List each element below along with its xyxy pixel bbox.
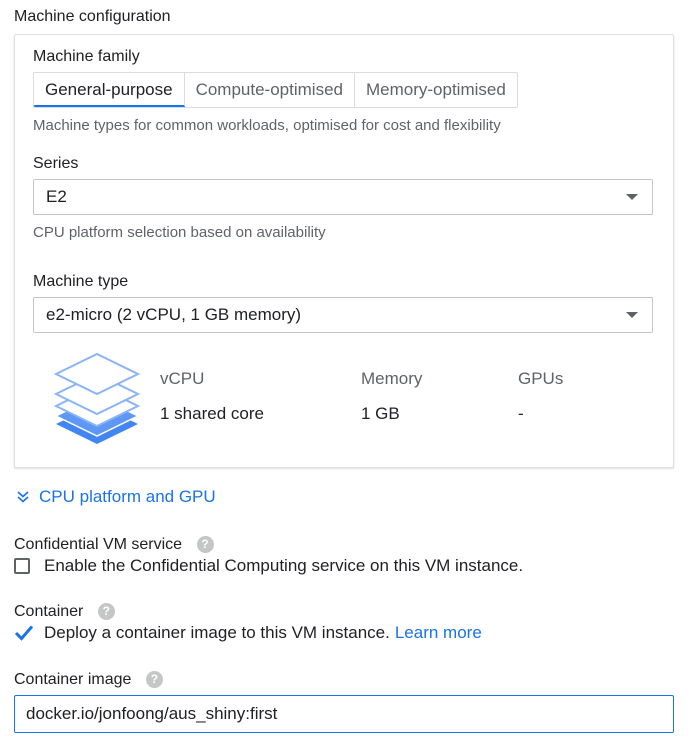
container-image-input[interactable] (14, 695, 674, 733)
container-image-label-row: Container image ? (14, 671, 163, 689)
container-label-row: Container ? (14, 603, 115, 621)
dropdown-arrow-icon (626, 194, 638, 200)
help-icon[interactable]: ? (97, 603, 115, 621)
series-helper-text: CPU platform selection based on availabi… (33, 224, 326, 241)
dropdown-arrow-icon (626, 312, 638, 318)
confidential-vm-row: Enable the Confidential Computing servic… (14, 556, 523, 576)
learn-more-link[interactable]: Learn more (395, 623, 482, 643)
container-row: Deploy a container image to this VM inst… (14, 623, 482, 643)
container-image-label: Container image (14, 671, 132, 688)
spec-value-gpus: - (518, 404, 524, 423)
confidential-vm-label-row: Confidential VM service ? (14, 536, 214, 554)
confidential-vm-label: Confidential VM service (14, 536, 183, 553)
tab-memory-optimised[interactable]: Memory-optimised (355, 73, 517, 107)
series-select[interactable]: E2 (33, 179, 653, 215)
confidential-vm-checkbox-label: Enable the Confidential Computing servic… (44, 556, 524, 575)
spec-header-memory: Memory (361, 369, 423, 388)
machine-type-value: e2-micro (2 vCPU, 1 GB memory) (46, 305, 302, 324)
cpu-platform-gpu-link[interactable]: CPU platform and GPU (39, 487, 216, 507)
series-label: Series (33, 155, 79, 172)
machine-family-helper-text: Machine types for common workloads, opti… (33, 117, 501, 134)
cpu-platform-gpu-expander[interactable]: CPU platform and GPU (16, 487, 216, 507)
spec-value-vcpu: 1 shared core (160, 404, 264, 423)
machine-family-tabs: General-purpose Compute-optimised Memory… (33, 72, 518, 108)
machine-stack-icon (53, 352, 141, 444)
container-label: Container (14, 603, 84, 620)
double-chevron-down-icon (17, 491, 29, 503)
spec-header-vcpu: vCPU (160, 369, 205, 388)
checkbox-checked-icon[interactable] (14, 624, 34, 642)
container-checkbox-label: Deploy a container image to this VM inst… (44, 623, 390, 642)
help-icon[interactable]: ? (196, 536, 214, 554)
series-value: E2 (46, 187, 67, 206)
section-title-machine-configuration: Machine configuration (14, 8, 171, 25)
tab-compute-optimised[interactable]: Compute-optimised (185, 73, 355, 107)
help-icon[interactable]: ? (145, 671, 163, 689)
machine-family-label: Machine family (33, 48, 140, 65)
spec-value-memory: 1 GB (361, 404, 400, 423)
spec-header-gpus: GPUs (518, 369, 564, 388)
confidential-vm-checkbox[interactable] (14, 558, 30, 574)
machine-type-label: Machine type (33, 273, 129, 290)
tab-general-purpose[interactable]: General-purpose (34, 73, 185, 107)
machine-type-select[interactable]: e2-micro (2 vCPU, 1 GB memory) (33, 297, 653, 333)
